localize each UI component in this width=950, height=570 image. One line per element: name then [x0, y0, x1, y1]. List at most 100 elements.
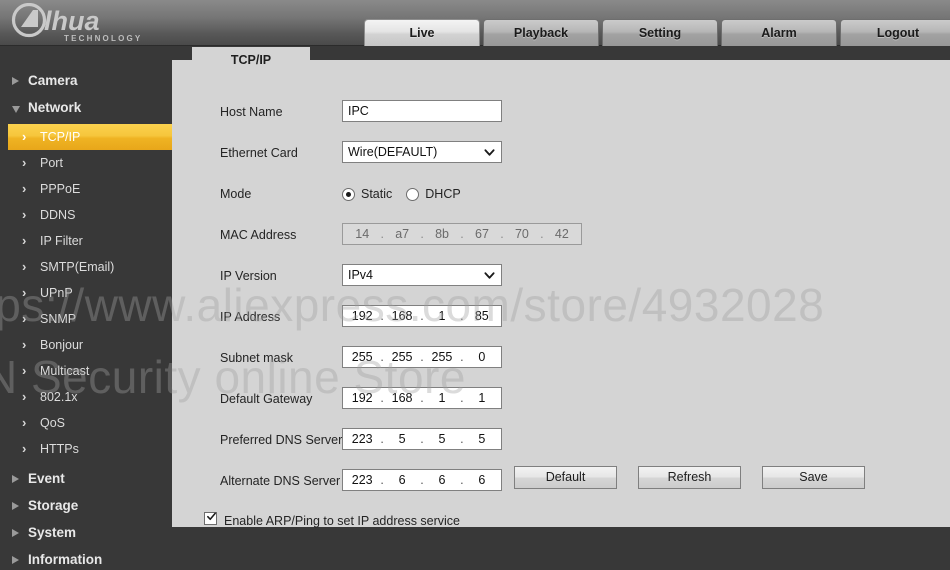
mac-address-label: MAC Address — [220, 228, 297, 242]
refresh-button[interactable]: Refresh — [638, 466, 741, 489]
nav-tab-playback[interactable]: Playback — [483, 19, 599, 46]
radio-dhcp-icon[interactable] — [406, 187, 420, 201]
chevron-down-icon — [484, 149, 495, 156]
ip-octet-4[interactable]: 85 — [465, 306, 499, 326]
gateway-octet-2[interactable]: 168 — [385, 388, 419, 408]
subnet-octet-1[interactable]: 255 — [345, 347, 379, 367]
nav-tab-logout[interactable]: Logout — [840, 19, 950, 46]
ip-version-select[interactable]: IPv4 — [342, 264, 502, 286]
sidebar-group-information[interactable]: Information — [0, 546, 172, 570]
mac-segment-3: 8b — [435, 227, 450, 241]
form-row-subnet-mask: Subnet mask 255 . 255 . 255 . 0 — [172, 346, 950, 370]
sidebar-item-8021x[interactable]: › 802.1x — [8, 384, 172, 410]
subnet-mask-input[interactable]: 255 . 255 . 255 . 0 — [342, 346, 502, 368]
chevron-right-icon: › — [22, 441, 27, 456]
preferred-dns-octet-4[interactable]: 5 — [465, 429, 499, 449]
sidebar-item-qos[interactable]: › QoS — [8, 410, 172, 436]
chevron-right-icon: › — [22, 207, 27, 222]
nav-tab-setting[interactable]: Setting — [602, 19, 718, 46]
alternate-dns-octet-2[interactable]: 6 — [385, 470, 419, 490]
chevron-right-icon: › — [22, 155, 27, 170]
sidebar-item-label: 802.1x — [40, 390, 78, 404]
triangle-right-icon — [12, 474, 19, 483]
mac-address-input: 14 . a7 . 8b . 67 . 70 . 42 — [342, 223, 582, 245]
preferred-dns-input[interactable]: 223 . 5 . 5 . 5 — [342, 428, 502, 450]
sidebar-item-ip-filter[interactable]: › IP Filter — [8, 228, 172, 254]
mac-segment-6: 42 — [554, 227, 569, 241]
sidebar-group-system[interactable]: System — [0, 519, 172, 546]
form-row-ip-address: IP Address 192 . 168 . 1 . 85 — [172, 305, 950, 329]
mode-option-dhcp[interactable]: DHCP — [406, 187, 461, 201]
subnet-octet-2[interactable]: 255 — [385, 347, 419, 367]
sidebar-group-event[interactable]: Event — [0, 465, 172, 492]
ip-octet-3[interactable]: 1 — [425, 306, 459, 326]
chevron-right-icon: › — [22, 285, 27, 300]
subnet-octet-4[interactable]: 0 — [465, 347, 499, 367]
mode-label: Mode — [220, 187, 252, 201]
form-row-default-gateway: Default Gateway 192 . 168 . 1 . 1 — [172, 387, 950, 411]
mode-option-static[interactable]: Static — [342, 187, 392, 201]
ethernet-card-label: Ethernet Card — [220, 146, 298, 160]
checkmark-icon — [207, 512, 216, 521]
sidebar-item-upnp[interactable]: › UPnP — [8, 280, 172, 306]
nav-tab-alarm[interactable]: Alarm — [721, 19, 837, 46]
sidebar-item-tcpip[interactable]: › TCP/IP — [8, 124, 172, 150]
preferred-dns-octet-3[interactable]: 5 — [425, 429, 459, 449]
sidebar-group-label: System — [28, 525, 77, 540]
gateway-octet-1[interactable]: 192 — [345, 388, 379, 408]
nav-tab-live[interactable]: Live — [364, 19, 480, 46]
sidebar-item-multicast[interactable]: › Multicast — [8, 358, 172, 384]
ip-octet-2[interactable]: 168 — [385, 306, 419, 326]
chevron-right-icon: › — [22, 233, 27, 248]
sidebar-item-label: QoS — [40, 416, 66, 430]
triangle-right-icon — [12, 76, 19, 85]
sidebar-group-camera[interactable]: Camera — [0, 67, 172, 94]
sidebar-item-smtp-email[interactable]: › SMTP(Email) — [8, 254, 172, 280]
save-button[interactable]: Save — [762, 466, 865, 489]
chevron-right-icon: › — [22, 259, 27, 274]
sidebar-item-pppoe[interactable]: › PPPoE — [8, 176, 172, 202]
sidebar-item-https[interactable]: › HTTPs — [8, 436, 172, 462]
sidebar-item-label: SNMP — [40, 312, 77, 326]
gateway-octet-4[interactable]: 1 — [465, 388, 499, 408]
svg-text:lhua: lhua — [44, 6, 100, 36]
sidebar-item-bonjour[interactable]: › Bonjour — [8, 332, 172, 358]
chevron-right-icon: › — [22, 337, 27, 352]
mode-field-wrap: Static DHCP — [342, 182, 475, 206]
sidebar-item-label: TCP/IP — [40, 130, 81, 144]
alternate-dns-octet-1[interactable]: 223 — [345, 470, 379, 490]
default-gateway-label: Default Gateway — [220, 392, 313, 406]
alternate-dns-octet-3[interactable]: 6 — [425, 470, 459, 490]
sidebar-item-label: Bonjour — [40, 338, 84, 352]
sidebar-item-label: Port — [40, 156, 63, 170]
radio-static-icon[interactable] — [342, 187, 355, 201]
sidebar-item-ddns[interactable]: › DDNS — [8, 202, 172, 228]
ip-octet-1[interactable]: 192 — [345, 306, 379, 326]
sidebar-group-storage[interactable]: Storage — [0, 492, 172, 519]
mode-radio-group: Static DHCP — [342, 182, 475, 206]
tab-tcpip[interactable]: TCP/IP — [192, 47, 310, 74]
form-row-ethernet-card: Ethernet Card Wire(DEFAULT) — [172, 141, 950, 165]
alternate-dns-input[interactable]: 223 . 6 . 6 . 6 — [342, 469, 502, 491]
chevron-right-icon: › — [22, 415, 27, 430]
subnet-octet-3[interactable]: 255 — [425, 347, 459, 367]
arp-ping-checkbox[interactable] — [204, 512, 217, 525]
gateway-octet-3[interactable]: 1 — [425, 388, 459, 408]
preferred-dns-octet-2[interactable]: 5 — [385, 429, 419, 449]
ip-address-input[interactable]: 192 . 168 . 1 . 85 — [342, 305, 502, 327]
alternate-dns-octet-4[interactable]: 6 — [465, 470, 499, 490]
default-button[interactable]: Default — [514, 466, 617, 489]
sidebar-item-port[interactable]: › Port — [8, 150, 172, 176]
preferred-dns-octet-1[interactable]: 223 — [345, 429, 379, 449]
content-panel: TCP/IP Host Name Ethernet Card Wire(DEFA… — [172, 47, 950, 528]
host-name-input[interactable] — [342, 100, 502, 122]
mac-segment-2: a7 — [395, 227, 410, 241]
alternate-dns-label: Alternate DNS Server — [220, 474, 341, 488]
form-row-preferred-dns: Preferred DNS Server 223 . 5 . 5 . 5 — [172, 428, 950, 452]
sidebar-group-network[interactable]: Network — [0, 94, 172, 121]
sidebar-item-label: UPnP — [40, 286, 73, 300]
mac-segment-1: 14 — [355, 227, 370, 241]
default-gateway-input[interactable]: 192 . 168 . 1 . 1 — [342, 387, 502, 409]
ethernet-card-select[interactable]: Wire(DEFAULT) — [342, 141, 502, 163]
sidebar-item-snmp[interactable]: › SNMP — [8, 306, 172, 332]
